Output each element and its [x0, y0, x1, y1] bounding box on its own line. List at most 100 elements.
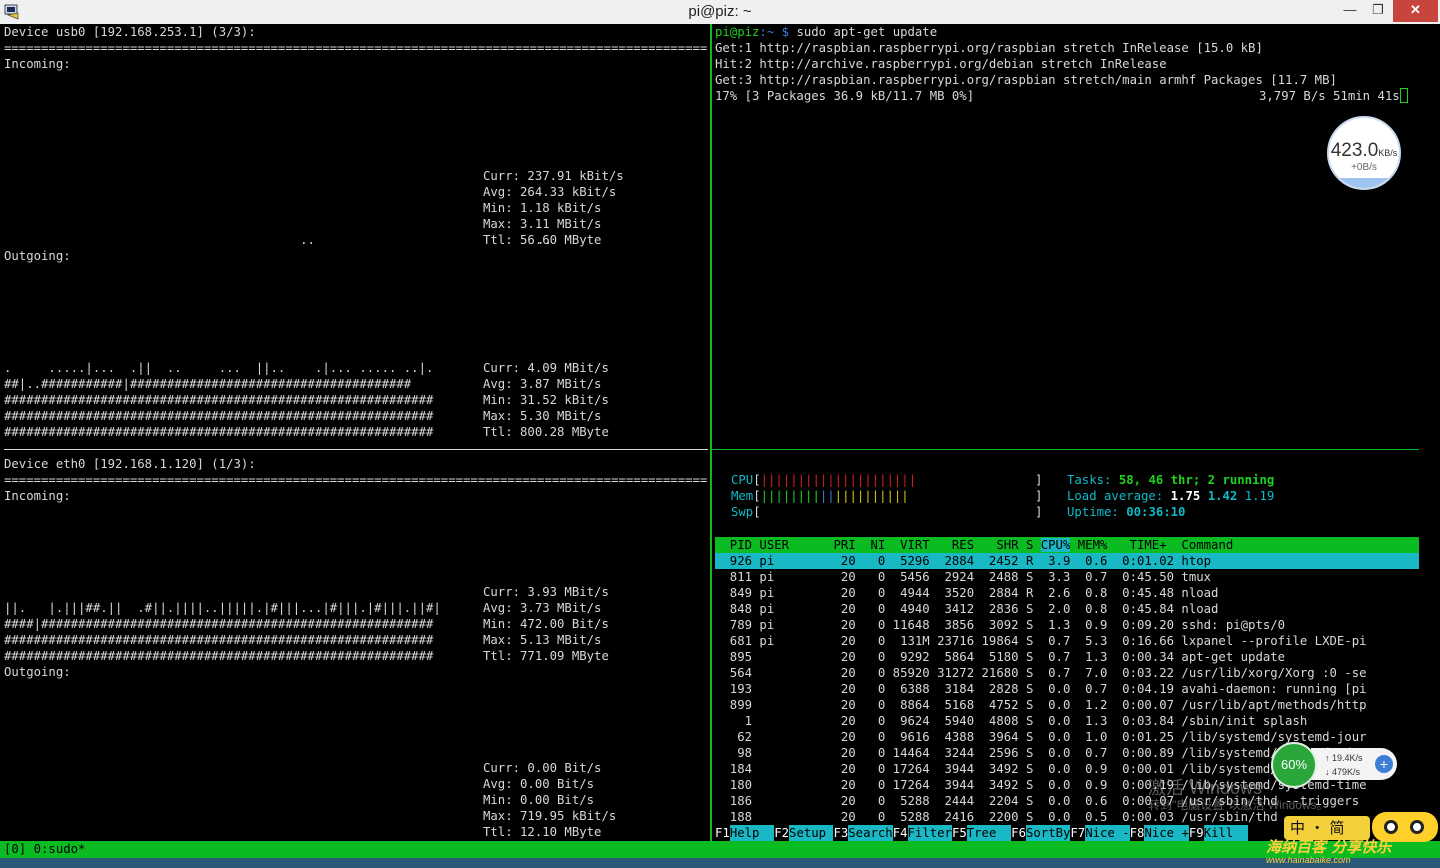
htop-load-average: Load average: 1.75 1.42 1.19 — [1067, 488, 1274, 504]
apt-progress-left: 17% [3 Packages 36.9 kB/11.7 MB 0%] — [715, 89, 975, 103]
fkey-f4[interactable]: F4 — [893, 825, 908, 841]
htop-tasks: Tasks: 58, 46 thr; 2 running — [1067, 472, 1274, 488]
speed-sub: +0B/s — [1351, 162, 1377, 173]
widget-panel: ↑ 19.4K/s ↓ 479K/s + — [1311, 748, 1397, 780]
fkey-group[interactable]: F5Tree — [952, 825, 1012, 841]
fkey-label-f5[interactable]: Tree — [966, 825, 1012, 841]
prompt-path: :~ $ — [759, 25, 790, 39]
usb0-outgoing-label: Outgoing: — [4, 249, 71, 263]
close-button[interactable]: ✕ — [1393, 0, 1438, 22]
terminal-area[interactable]: Device usb0 [192.168.253.1] (3/3): =====… — [0, 24, 1440, 844]
eth0-incoming-graph: ||. |.|||##.|| .#||.||||..|||||.|#|||...… — [4, 601, 441, 663]
tmux-status-bar: [0] 0:sudo* — [0, 841, 1440, 858]
terminal-cursor — [1399, 88, 1408, 103]
htop-mem-meter: Mem[|||||||||||||||||||| — [731, 489, 909, 503]
speed-wave — [1329, 178, 1399, 188]
htop-uptime: Uptime: 00:36:10 — [1067, 504, 1185, 520]
swp-label: Swp — [731, 505, 754, 519]
load-label: Load average: — [1067, 489, 1171, 503]
prompt-user: pi@piz — [715, 25, 760, 39]
header-cpu-sort[interactable]: CPU% — [1040, 538, 1071, 552]
cpu-bar: ||||||||||||||||||||| — [760, 473, 917, 487]
fkey-label-f4[interactable]: Filter — [907, 825, 952, 841]
widget-boost-button[interactable]: + — [1375, 755, 1393, 773]
mem-bar-used: |||||||| — [760, 489, 820, 503]
shell-prompt-line: pi@piz:~ $ sudo apt-get update — [715, 24, 937, 40]
fkey-f9[interactable]: F9 — [1189, 825, 1204, 841]
htop-cpu-meter: CPU[||||||||||||||||||||| — [731, 473, 917, 487]
shell-command: sudo apt-get update — [789, 25, 938, 39]
mem-bar-buffers: || — [819, 489, 835, 503]
fkey-group[interactable]: F8Nice + — [1130, 825, 1189, 841]
widget-upload: ↑ 19.4K/s — [1325, 753, 1363, 763]
fkey-label-f1[interactable]: Help — [729, 825, 775, 841]
windows-taskbar[interactable] — [0, 858, 1440, 868]
pane-divider-vertical[interactable] — [710, 24, 712, 844]
fkey-group[interactable]: F1Help — [715, 825, 775, 841]
htop-selected-row[interactable]: 926 pi 20 0 5296 2884 2452 R 3.9 0.6 0:0… — [715, 553, 1419, 569]
eth0-outgoing-stats: Curr: 0.00 Bit/s Avg: 0.00 Bit/s Min: 0.… — [483, 761, 617, 839]
htop-process-list[interactable]: 811 pi 20 0 5456 2924 2488 S 3.3 0.7 0:4… — [715, 569, 1419, 825]
widget-percent[interactable]: 60% — [1271, 742, 1317, 788]
fkey-label-f9[interactable]: Kill — [1203, 825, 1249, 841]
cpu-meter-end: ] — [1035, 473, 1043, 487]
apt-progress-rate: 3,797 B/s 51min 41s — [1259, 89, 1400, 103]
eth0-incoming-stats: Curr: 3.93 MBit/s Avg: 3.73 MBit/s Min: … — [483, 585, 609, 663]
usb0-outgoing-stats: Curr: 4.09 MBit/s Avg: 3.87 MBit/s Min: … — [483, 361, 609, 439]
brand-url: www.hainabaike.com — [1266, 855, 1351, 865]
usb0-device-header: Device usb0 [192.168.253.1] (3/3): — [4, 25, 256, 39]
fkey-group[interactable]: F2Setup — [774, 825, 834, 841]
network-speed-bubble[interactable]: 423.0KB/s +0B/s — [1327, 116, 1401, 190]
mascot-eye-left — [1384, 820, 1398, 834]
fkey-f8[interactable]: F8 — [1130, 825, 1145, 841]
activation-watermark-hint: 转到"电脑设置"以激活 Windows。 — [1148, 798, 1329, 812]
fkey-group[interactable]: F4Filter — [893, 825, 952, 841]
usb0-incoming-graph: .. .. — [4, 233, 552, 247]
load-5: 1.42 — [1207, 489, 1238, 503]
speed-value: 423.0 — [1330, 140, 1379, 161]
fkey-group[interactable]: F3Search — [833, 825, 893, 841]
header-left: PID USER PRI NI VIRT RES SHR S — [715, 538, 1041, 552]
pane-divider-left — [4, 449, 708, 450]
mascot-eye-right — [1410, 820, 1424, 834]
header-right: MEM% TIME+ Command — [1070, 538, 1234, 552]
fkey-f7[interactable]: F7 — [1070, 825, 1085, 841]
fkey-label-f6[interactable]: SortBy — [1025, 825, 1071, 841]
htop-swp-meter: Swp[ — [731, 505, 761, 519]
load-1: 1.75 — [1170, 489, 1201, 503]
fkey-group[interactable]: F9Kill — [1189, 825, 1249, 841]
usb0-incoming-stats: Curr: 237.91 kBit/s Avg: 264.33 kBit/s M… — [483, 169, 624, 247]
fkey-label-f7[interactable]: Nice - — [1085, 825, 1130, 841]
eth0-rule: ========================================… — [4, 473, 708, 487]
speed-unit: KB/s — [1378, 148, 1398, 158]
maximize-button[interactable]: ❐ — [1363, 0, 1393, 22]
fkey-f3[interactable]: F3 — [833, 825, 848, 841]
usb0-outgoing-graph: . .....|... .|| .. ... ||.. .|... ..... … — [4, 361, 434, 439]
tasks-label: Tasks: — [1067, 473, 1119, 487]
uptime-value: 00:36:10 — [1126, 505, 1186, 519]
usb0-incoming-label: Incoming: — [4, 57, 71, 71]
fkey-f5[interactable]: F5 — [952, 825, 967, 841]
widget-download: ↓ 479K/s — [1325, 767, 1361, 777]
apt-output: Get:1 http://raspbian.raspberrypi.org/ra… — [715, 41, 1337, 87]
minimize-button[interactable]: — — [1335, 0, 1365, 22]
network-monitor-widget[interactable]: ↑ 19.4K/s ↓ 479K/s + 60% — [1271, 742, 1399, 788]
fkey-f2[interactable]: F2 — [774, 825, 789, 841]
mem-bar-cache: |||||||||| — [834, 489, 909, 503]
eth0-device-header: Device eth0 [192.168.1.120] (1/3): — [4, 457, 256, 471]
swp-meter-end: ] — [1035, 505, 1043, 519]
brand-watermark: 海纳百客 分享快乐 — [1266, 838, 1392, 856]
htop-column-header[interactable]: PID USER PRI NI VIRT RES SHR S CPU% MEM%… — [715, 537, 1419, 553]
fkey-label-f8[interactable]: Nice + — [1144, 825, 1189, 841]
selected-row-text: 926 pi 20 0 5296 2884 2452 R 3.9 0.6 0:0… — [715, 554, 1212, 568]
fkey-group[interactable]: F6SortBy — [1011, 825, 1071, 841]
fkey-label-f3[interactable]: Search — [848, 825, 893, 841]
fkey-label-f2[interactable]: Setup — [789, 825, 834, 841]
fkey-group[interactable]: F7Nice - — [1070, 825, 1130, 841]
tasks-value: 58, 46 thr; 2 running — [1118, 473, 1275, 487]
fkey-f1[interactable]: F1 — [715, 825, 730, 841]
apt-progress-right: 3,797 B/s 51min 41s — [1259, 88, 1408, 104]
uptime-label: Uptime: — [1067, 505, 1127, 519]
fkey-f6[interactable]: F6 — [1011, 825, 1026, 841]
cpu-label: CPU — [731, 473, 754, 487]
